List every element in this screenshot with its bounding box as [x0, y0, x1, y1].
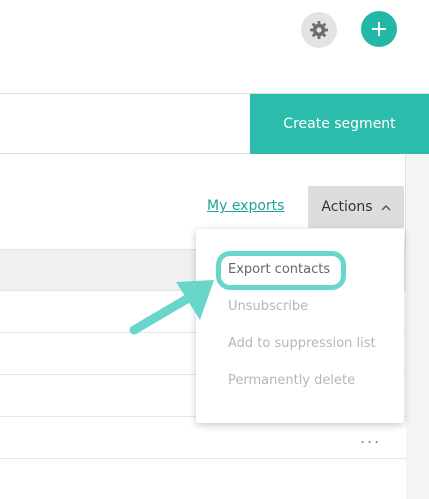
actions-button[interactable]: Actions: [308, 186, 404, 228]
contacts-page: Create segment My exports Actions ... Ex…: [0, 0, 429, 499]
add-button[interactable]: [361, 11, 397, 47]
settings-button[interactable]: [301, 12, 337, 48]
segment-bar: Create segment: [0, 93, 429, 154]
menu-item-permanently-delete[interactable]: Permanently delete: [228, 373, 355, 388]
gear-icon: [310, 21, 328, 39]
create-segment-button[interactable]: Create segment: [250, 94, 429, 154]
table-row[interactable]: [0, 459, 406, 499]
plus-icon: [372, 22, 386, 36]
export-highlight-outline: [216, 251, 346, 290]
actions-label: Actions: [321, 199, 373, 215]
table-row[interactable]: [0, 417, 406, 459]
menu-item-add-to-suppression-list[interactable]: Add to suppression list: [228, 336, 376, 351]
row-more-icon[interactable]: ...: [360, 428, 381, 447]
menu-item-unsubscribe[interactable]: Unsubscribe: [228, 299, 308, 314]
top-header: [0, 0, 429, 93]
chevron-up-icon: [381, 204, 391, 210]
my-exports-link[interactable]: My exports: [207, 198, 284, 214]
pointer-arrow-icon: [129, 280, 214, 335]
